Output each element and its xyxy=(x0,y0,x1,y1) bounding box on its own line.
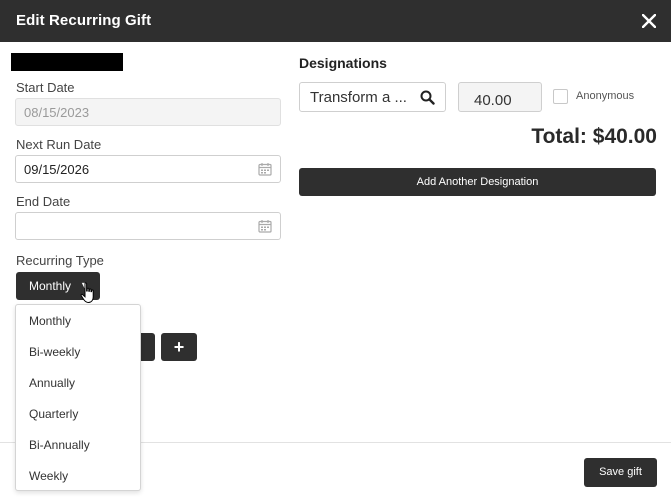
anonymous-checkbox[interactable] xyxy=(553,89,568,104)
search-icon[interactable] xyxy=(420,90,435,105)
edit-recurring-gift-modal: Edit Recurring Gift Start Date Next Run … xyxy=(0,0,671,500)
close-icon xyxy=(641,13,657,29)
recurring-type-selected: Monthly xyxy=(29,279,72,293)
close-button[interactable] xyxy=(637,9,661,33)
menu-item-bi-weekly[interactable]: Bi-weekly xyxy=(16,336,140,367)
menu-item-annually[interactable]: Annually xyxy=(16,367,140,398)
end-date-field[interactable] xyxy=(15,212,281,240)
menu-item-quarterly[interactable]: Quarterly xyxy=(16,398,140,429)
next-run-date-field[interactable] xyxy=(15,155,281,183)
menu-item-bi-annually[interactable]: Bi-Annually xyxy=(16,429,140,460)
recurring-type-menu: Monthly Bi-weekly Annually Quarterly Bi-… xyxy=(15,304,141,491)
modal-header: Edit Recurring Gift xyxy=(0,0,671,42)
save-gift-button[interactable]: Save gift xyxy=(584,458,657,487)
menu-item-monthly[interactable]: Monthly xyxy=(16,305,140,336)
designation-name: Transform a ... xyxy=(310,89,407,106)
add-another-designation-button[interactable]: Add Another Designation xyxy=(299,168,656,196)
anonymous-label: Anonymous xyxy=(576,90,635,102)
menu-item-weekly[interactable]: Weekly xyxy=(16,460,140,491)
redacted-donor-name xyxy=(11,53,123,71)
recurring-type-label: Recurring Type xyxy=(16,253,104,268)
modal-title: Edit Recurring Gift xyxy=(16,12,152,29)
designation-amount-field[interactable] xyxy=(458,82,542,112)
calendar-icon[interactable] xyxy=(258,219,272,233)
calendar-icon[interactable] xyxy=(258,162,272,176)
next-run-date-label: Next Run Date xyxy=(16,137,102,152)
designations-title: Designations xyxy=(299,55,387,71)
start-date-field xyxy=(15,98,281,126)
total-amount: Total: $40.00 xyxy=(531,125,657,148)
add-button[interactable]: + xyxy=(161,333,197,361)
end-date-label: End Date xyxy=(16,194,71,209)
hand-cursor-icon xyxy=(80,282,94,304)
start-date-label: Start Date xyxy=(16,80,75,95)
